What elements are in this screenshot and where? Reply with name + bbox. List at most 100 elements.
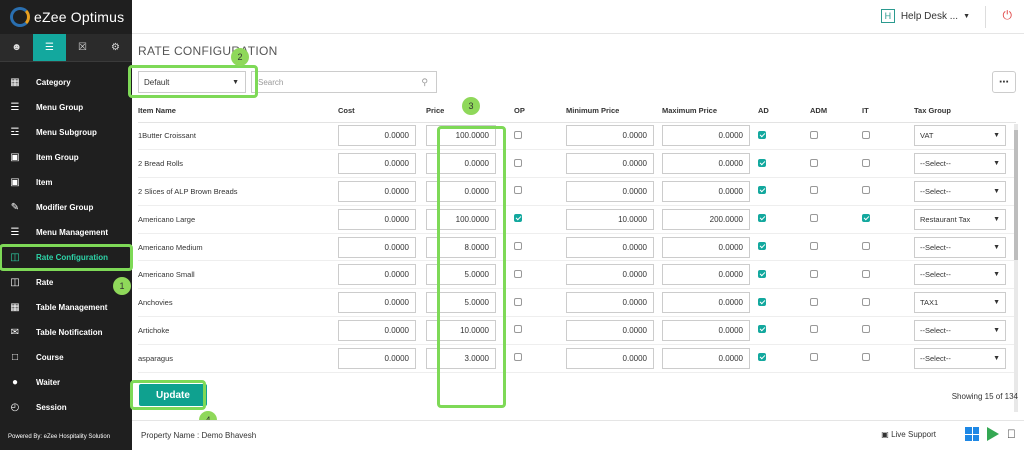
cost-input[interactable]: 0.0000 <box>338 153 416 175</box>
maximum-price-input[interactable]: 0.0000 <box>662 125 750 147</box>
update-button[interactable]: Update <box>139 384 207 406</box>
sidebar-item-menu-management[interactable]: ☰ Menu Management <box>0 220 132 245</box>
cost-input[interactable]: 0.0000 <box>338 208 416 230</box>
tax-group-select[interactable]: --Select-- ▼ <box>914 264 1006 286</box>
it-checkbox[interactable] <box>862 186 870 195</box>
cart-tab-icon[interactable]: ☒ <box>66 34 99 61</box>
minimum-price-input[interactable]: 10.0000 <box>566 208 654 230</box>
minimum-price-input[interactable]: 0.0000 <box>566 319 654 341</box>
logo[interactable]: eZee Optimus <box>0 0 132 34</box>
maximum-price-input[interactable]: 200.0000 <box>662 208 750 230</box>
it-checkbox[interactable] <box>862 353 870 362</box>
tax-group-select[interactable]: Restaurant Tax ▼ <box>914 208 1006 230</box>
adm-checkbox[interactable] <box>810 130 818 139</box>
op-checkbox[interactable] <box>514 269 522 278</box>
sidebar-item-item-group[interactable]: ▣ Item Group <box>0 145 132 170</box>
ad-checkbox[interactable] <box>758 353 766 362</box>
apple-icon[interactable]:  <box>1007 427 1016 441</box>
maximum-price-input[interactable]: 0.0000 <box>662 319 750 341</box>
cost-input[interactable]: 0.0000 <box>338 319 416 341</box>
sidebar-item-menu-group[interactable]: ☰ Menu Group <box>0 95 132 120</box>
it-checkbox[interactable] <box>862 158 870 167</box>
live-support-link[interactable]: ▣ Live Support <box>881 430 936 439</box>
ad-checkbox[interactable] <box>758 242 766 251</box>
price-input[interactable]: 5.0000 <box>426 264 496 286</box>
ad-checkbox[interactable] <box>758 158 766 167</box>
tax-group-select[interactable]: --Select-- ▼ <box>914 153 1006 175</box>
ad-checkbox[interactable] <box>758 297 766 306</box>
user-tab-icon[interactable]: ☻ <box>0 34 33 61</box>
maximum-price-input[interactable]: 0.0000 <box>662 180 750 202</box>
price-input[interactable]: 0.0000 <box>426 153 496 175</box>
it-checkbox[interactable] <box>862 242 870 251</box>
adm-checkbox[interactable] <box>810 353 818 362</box>
op-checkbox[interactable] <box>514 186 522 195</box>
menu-tab-icon[interactable]: ☰ <box>33 34 66 61</box>
cost-input[interactable]: 0.0000 <box>338 236 416 258</box>
op-checkbox[interactable] <box>514 214 522 223</box>
op-checkbox[interactable] <box>514 242 522 251</box>
maximum-price-input[interactable]: 0.0000 <box>662 153 750 175</box>
minimum-price-input[interactable]: 0.0000 <box>566 125 654 147</box>
op-checkbox[interactable] <box>514 297 522 306</box>
price-input[interactable]: 100.0000 <box>426 125 496 147</box>
google-play-icon[interactable] <box>987 427 999 441</box>
windows-icon[interactable] <box>965 427 979 441</box>
tax-group-select[interactable]: --Select-- ▼ <box>914 236 1006 258</box>
maximum-price-input[interactable]: 0.0000 <box>662 347 750 369</box>
minimum-price-input[interactable]: 0.0000 <box>566 264 654 286</box>
search-input[interactable]: Search ⚲ <box>251 71 437 93</box>
op-checkbox[interactable] <box>514 353 522 362</box>
more-options-button[interactable]: ⋯ <box>992 71 1016 93</box>
adm-checkbox[interactable] <box>810 158 818 167</box>
scrollbar-thumb[interactable] <box>1014 130 1018 260</box>
cost-input[interactable]: 0.0000 <box>338 264 416 286</box>
tax-group-select[interactable]: TAX1 ▼ <box>914 292 1006 314</box>
price-input[interactable]: 10.0000 <box>426 319 496 341</box>
ad-checkbox[interactable] <box>758 325 766 334</box>
tax-group-select[interactable]: --Select-- ▼ <box>914 180 1006 202</box>
sidebar-item-table-management[interactable]: ▦ Table Management <box>0 295 132 320</box>
sidebar-item-rate[interactable]: ◫ Rate <box>0 270 132 295</box>
maximum-price-input[interactable]: 0.0000 <box>662 236 750 258</box>
it-checkbox[interactable] <box>862 325 870 334</box>
sidebar-item-rate-configuration[interactable]: ◫ Rate Configuration <box>0 244 133 271</box>
minimum-price-input[interactable]: 0.0000 <box>566 180 654 202</box>
sidebar-item-table-notification[interactable]: ✉ Table Notification <box>0 320 132 345</box>
sidebar-item-category[interactable]: ▦ Category <box>0 70 132 95</box>
op-checkbox[interactable] <box>514 325 522 334</box>
adm-checkbox[interactable] <box>810 214 818 223</box>
it-checkbox[interactable] <box>862 130 870 139</box>
table-scrollbar[interactable] <box>1014 124 1018 412</box>
tax-group-select[interactable]: VAT ▼ <box>914 125 1006 147</box>
adm-checkbox[interactable] <box>810 186 818 195</box>
it-checkbox[interactable] <box>862 297 870 306</box>
sidebar-item-session[interactable]: ◴ Session <box>0 395 132 420</box>
price-input[interactable]: 8.0000 <box>426 236 496 258</box>
ad-checkbox[interactable] <box>758 269 766 278</box>
cost-input[interactable]: 0.0000 <box>338 347 416 369</box>
sidebar-item-menu-subgroup[interactable]: ☲ Menu Subgroup <box>0 120 132 145</box>
power-icon[interactable]: ⏻ <box>1003 8 1013 23</box>
adm-checkbox[interactable] <box>810 297 818 306</box>
ad-checkbox[interactable] <box>758 130 766 139</box>
op-checkbox[interactable] <box>514 130 522 139</box>
price-input[interactable]: 100.0000 <box>426 208 496 230</box>
sidebar-item-course[interactable]: □ Course <box>0 345 132 370</box>
ad-checkbox[interactable] <box>758 186 766 195</box>
minimum-price-input[interactable]: 0.0000 <box>566 236 654 258</box>
price-input[interactable]: 0.0000 <box>426 180 496 202</box>
help-desk-menu[interactable]: H Help Desk ... ▼ <box>880 9 970 23</box>
op-checkbox[interactable] <box>514 158 522 167</box>
settings-tab-icon[interactable]: ⚙ <box>99 34 132 61</box>
adm-checkbox[interactable] <box>810 242 818 251</box>
adm-checkbox[interactable] <box>810 269 818 278</box>
tax-group-select[interactable]: --Select-- ▼ <box>914 319 1006 341</box>
cost-input[interactable]: 0.0000 <box>338 125 416 147</box>
maximum-price-input[interactable]: 0.0000 <box>662 264 750 286</box>
ad-checkbox[interactable] <box>758 214 766 223</box>
rate-filter-select[interactable]: Default ▼ <box>138 71 246 93</box>
sidebar-item-modifier-group[interactable]: ✎ Modifier Group <box>0 195 132 220</box>
it-checkbox[interactable] <box>862 214 870 223</box>
minimum-price-input[interactable]: 0.0000 <box>566 292 654 314</box>
